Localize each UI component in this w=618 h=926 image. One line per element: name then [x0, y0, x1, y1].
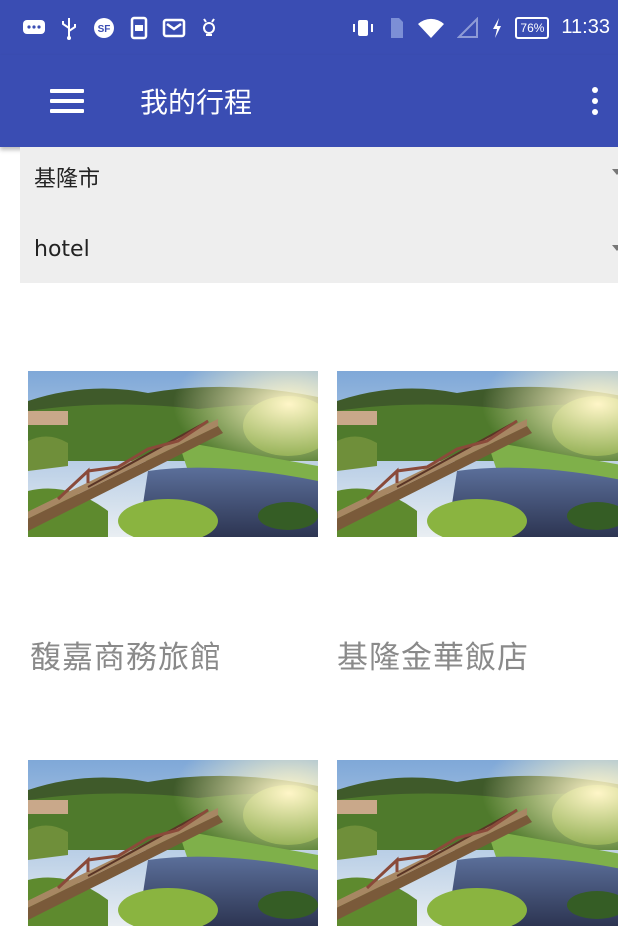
filter-panel: 基隆市 hotel — [20, 147, 618, 283]
hotel-photo[interactable] — [337, 760, 618, 926]
bridge-landscape-photo — [337, 760, 618, 926]
hotel-photo[interactable] — [28, 760, 318, 926]
mail-icon — [162, 17, 186, 39]
signal-icon — [457, 16, 479, 39]
page-title: 我的行程 — [140, 86, 253, 119]
more-vert-icon[interactable] — [590, 87, 600, 115]
hotel-photo[interactable] — [337, 371, 618, 537]
battery-icon: 76% — [515, 16, 550, 39]
status-bar-system: 76% 11:33 — [351, 16, 618, 40]
status-bar: SF 76% 11:33 — [0, 0, 618, 55]
hotel-photo[interactable] — [28, 371, 318, 537]
dropdown-arrow-icon — [612, 245, 618, 251]
vibrate-icon — [351, 17, 375, 39]
city-spinner[interactable]: 基隆市 — [20, 147, 618, 215]
clock: 11:33 — [561, 16, 610, 38]
message-icon — [22, 18, 46, 38]
hamburger-menu-icon[interactable] — [50, 89, 84, 113]
city-spinner-value: 基隆市 — [34, 167, 101, 192]
hotel-name[interactable]: 基隆金華飯店 — [337, 632, 529, 677]
bridge-landscape-photo — [28, 760, 318, 926]
bridge-landscape-photo — [337, 371, 618, 537]
bridge-landscape-photo — [28, 371, 318, 537]
category-spinner[interactable]: hotel — [20, 215, 618, 283]
usb-icon — [60, 16, 78, 40]
lightbulb-icon — [200, 16, 218, 40]
hotel-name[interactable]: 馥嘉商務旅館 — [30, 632, 222, 677]
sf-app-icon: SF — [92, 16, 116, 40]
sim-icon — [387, 16, 405, 40]
sim-manager-icon — [130, 16, 148, 40]
charging-icon — [491, 17, 503, 39]
app-bar: 我的行程 — [0, 55, 618, 147]
status-bar-notifications: SF — [0, 16, 218, 40]
svg-text:SF: SF — [98, 24, 111, 35]
category-spinner-value: hotel — [34, 237, 90, 262]
battery-percent: 76% — [515, 16, 550, 39]
dropdown-arrow-icon — [612, 169, 618, 175]
wifi-icon — [417, 16, 445, 40]
